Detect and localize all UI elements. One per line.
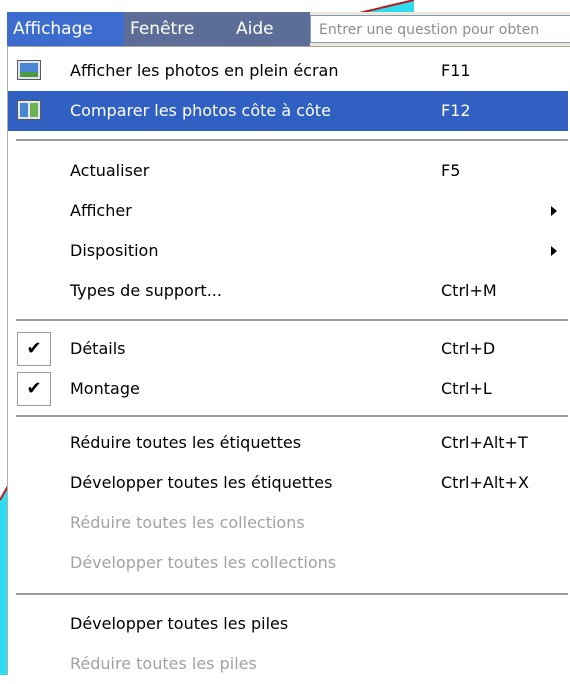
menu-separator (16, 139, 568, 141)
menu-item-label: Réduire toutes les piles (70, 654, 257, 673)
menu-item-shortcut: Ctrl+L (441, 379, 492, 398)
menu-item-label: Comparer les photos côte à côte (70, 101, 331, 120)
submenu-arrow-icon (551, 206, 557, 216)
menu-aide[interactable]: Aide (230, 12, 310, 46)
menu-item-compare-photos[interactable]: Comparer les photos côte à côte F12 (8, 91, 568, 131)
menu-item-label: Développer toutes les collections (70, 553, 337, 572)
menu-item-developper-etiquettes[interactable]: Développer toutes les étiquettes Ctrl+Al… (8, 463, 568, 503)
affichage-dropdown-menu: Afficher les photos en plein écran F11 C… (7, 47, 568, 675)
menu-item-label: Afficher (70, 201, 132, 220)
menu-item-developper-collections: Développer toutes les collections (8, 543, 568, 583)
menu-affichage[interactable]: Affichage (7, 12, 124, 46)
menu-item-label: Actualiser (70, 161, 150, 180)
menu-separator (16, 415, 568, 417)
menu-item-shortcut: F11 (441, 61, 471, 80)
menu-item-shortcut: Ctrl+D (441, 339, 496, 358)
menu-item-disposition[interactable]: Disposition (8, 231, 568, 271)
menu-item-label: Développer toutes les étiquettes (70, 473, 333, 492)
menu-item-label: Détails (70, 339, 126, 358)
menu-item-developper-piles[interactable]: Développer toutes les piles (8, 604, 568, 644)
submenu-arrow-icon (551, 246, 557, 256)
menu-item-reduire-collections: Réduire toutes les collections (8, 503, 568, 543)
help-search-input[interactable]: Entrer une question pour obten (310, 15, 570, 43)
menu-item-shortcut: F12 (441, 101, 471, 120)
menu-item-label: Réduire toutes les collections (70, 513, 305, 532)
menu-bar: Affichage Fenêtre Aide Entrer une questi… (7, 12, 570, 47)
menu-item-reduire-piles: Réduire toutes les piles (8, 644, 568, 684)
menu-separator (16, 593, 568, 595)
menu-item-shortcut: Ctrl+M (441, 281, 497, 300)
menu-item-shortcut: F5 (441, 161, 461, 180)
menu-item-details[interactable]: ✔ Détails Ctrl+D (8, 329, 568, 369)
menu-item-label: Afficher les photos en plein écran (70, 61, 339, 80)
menu-item-afficher[interactable]: Afficher (8, 191, 568, 231)
menu-item-fullscreen-photos[interactable]: Afficher les photos en plein écran F11 (8, 51, 568, 91)
menu-fenetre[interactable]: Fenêtre (124, 12, 230, 46)
menu-item-types-de-support[interactable]: Types de support... Ctrl+M (8, 271, 568, 311)
menu-item-label: Types de support... (70, 281, 222, 300)
checkmark-icon: ✔ (17, 332, 51, 366)
checkmark-icon: ✔ (17, 372, 51, 406)
menu-item-actualiser[interactable]: Actualiser F5 (8, 151, 568, 191)
menu-item-label: Disposition (70, 241, 159, 260)
menu-item-shortcut: Ctrl+Alt+T (441, 433, 528, 452)
fullscreen-photo-icon (17, 60, 41, 80)
menu-item-reduire-etiquettes[interactable]: Réduire toutes les étiquettes Ctrl+Alt+T (8, 423, 568, 463)
menu-item-label: Montage (70, 379, 140, 398)
side-by-side-photo-icon (17, 100, 41, 120)
menu-separator (16, 319, 568, 321)
menu-item-label: Réduire toutes les étiquettes (70, 433, 302, 452)
menu-item-montage[interactable]: ✔ Montage Ctrl+L (8, 369, 568, 409)
menu-item-shortcut: Ctrl+Alt+X (441, 473, 529, 492)
menu-item-label: Développer toutes les piles (70, 614, 289, 633)
